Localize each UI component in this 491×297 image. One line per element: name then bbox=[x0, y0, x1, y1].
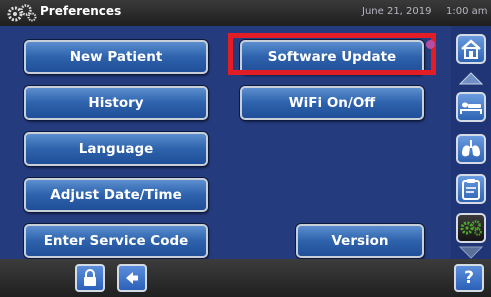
patient-bed-icon bbox=[460, 102, 482, 114]
enter-service-code-button[interactable]: Enter Service Code bbox=[24, 224, 208, 258]
home-icon bbox=[461, 39, 481, 59]
current-time: 1:00 am bbox=[446, 6, 488, 17]
new-patient-label: New Patient bbox=[69, 49, 163, 65]
adjust-date-time-label: Adjust Date/Time bbox=[50, 187, 182, 203]
title-bar: Preferences June 21, 2019 1:00 am bbox=[0, 0, 491, 26]
wifi-label: WiFi On/Off bbox=[288, 95, 376, 111]
language-button[interactable]: Language bbox=[24, 132, 208, 166]
version-button[interactable]: Version bbox=[296, 224, 424, 258]
sidebar bbox=[451, 26, 491, 259]
new-patient-button[interactable]: New Patient bbox=[24, 40, 208, 74]
lock-button[interactable] bbox=[75, 264, 105, 292]
adjust-date-time-button[interactable]: Adjust Date/Time bbox=[24, 178, 208, 212]
language-label: Language bbox=[78, 141, 154, 157]
clipboard-icon bbox=[462, 179, 480, 200]
back-arrow-icon bbox=[126, 272, 138, 284]
lock-icon bbox=[84, 269, 96, 286]
update-notification-dot bbox=[426, 40, 435, 49]
scroll-up-arrow-icon[interactable] bbox=[459, 72, 483, 86]
patient-bed-button[interactable] bbox=[456, 92, 486, 122]
bottom-bar: ? bbox=[0, 259, 491, 297]
wifi-toggle-button[interactable]: WiFi On/Off bbox=[240, 86, 424, 120]
page-title: Preferences bbox=[40, 4, 122, 18]
back-button[interactable] bbox=[117, 264, 147, 292]
history-label: History bbox=[88, 95, 144, 111]
enter-service-code-label: Enter Service Code bbox=[43, 233, 189, 249]
help-label: ? bbox=[464, 268, 474, 288]
lungs-icon bbox=[462, 140, 480, 157]
current-date: June 21, 2019 bbox=[362, 6, 432, 17]
software-update-highlight bbox=[228, 33, 436, 75]
history-button[interactable]: History bbox=[24, 86, 208, 120]
help-button[interactable]: ? bbox=[454, 264, 484, 292]
home-button[interactable] bbox=[456, 34, 486, 64]
scroll-down-arrow-icon[interactable] bbox=[459, 245, 483, 259]
lungs-button[interactable] bbox=[456, 134, 486, 164]
clipboard-button[interactable] bbox=[456, 174, 486, 204]
preferences-button[interactable] bbox=[456, 213, 486, 243]
gears-icon bbox=[7, 4, 37, 22]
gears-icon bbox=[460, 220, 482, 236]
version-label: Version bbox=[331, 233, 389, 249]
